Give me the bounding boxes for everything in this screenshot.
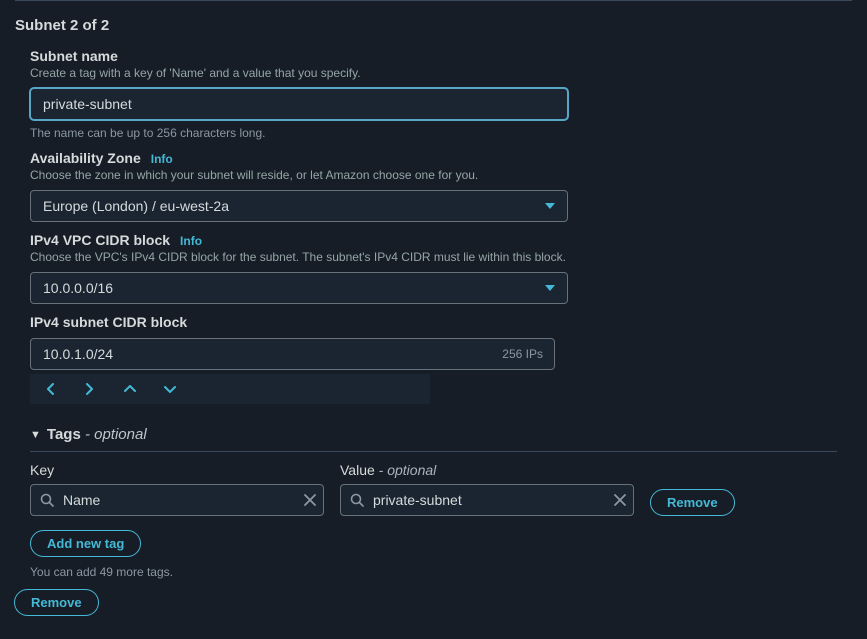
remove-subnet-button[interactable]: Remove	[14, 589, 99, 616]
tag-value-input[interactable]	[340, 484, 634, 516]
cidr-step-prev[interactable]	[30, 374, 70, 404]
cidr-stepper	[30, 374, 430, 404]
clear-icon[interactable]	[304, 494, 316, 506]
vpc-cidr-desc: Choose the VPC's IPv4 CIDR block for the…	[30, 250, 837, 264]
az-info-link[interactable]: Info	[151, 152, 173, 166]
remove-tag-button[interactable]: Remove	[650, 489, 735, 516]
tag-key-input[interactable]	[30, 484, 324, 516]
tags-row: Key Value - optional Remove	[0, 452, 867, 516]
subnet-name-label: Subnet name	[30, 48, 837, 64]
tags-helper: You can add 49 more tags.	[0, 557, 867, 579]
search-icon	[40, 493, 54, 507]
tag-key-label: Key	[30, 462, 324, 478]
search-icon	[350, 493, 364, 507]
az-label: Availability Zone	[30, 150, 141, 166]
vpc-cidr-info-link[interactable]: Info	[180, 234, 202, 248]
subnet-name-desc: Create a tag with a key of 'Name' and a …	[30, 66, 837, 80]
tag-value-label: Value - optional	[340, 462, 634, 478]
cidr-step-next[interactable]	[70, 374, 110, 404]
subnet-name-input[interactable]	[30, 88, 568, 120]
subnet-cidr-ipcount: 256 IPs	[502, 338, 543, 370]
subnet-cidr-input[interactable]	[30, 338, 555, 370]
cidr-step-down[interactable]	[150, 374, 190, 404]
subnet-name-section: Subnet name Create a tag with a key of '…	[0, 38, 867, 140]
clear-icon[interactable]	[614, 494, 626, 506]
caret-down-icon	[545, 285, 555, 291]
caret-down-icon	[545, 203, 555, 209]
add-tag-button[interactable]: Add new tag	[30, 530, 141, 557]
az-section: Availability Zone Info Choose the zone i…	[0, 140, 867, 222]
vpc-cidr-section: IPv4 VPC CIDR block Info Choose the VPC'…	[0, 222, 867, 304]
vpc-cidr-select[interactable]: 10.0.0.0/16	[30, 272, 568, 304]
panel-title: Subnet 2 of 2	[0, 1, 867, 38]
tags-toggle[interactable]: ▼ Tags - optional	[0, 426, 867, 443]
subnet-cidr-label: IPv4 subnet CIDR block	[30, 314, 837, 330]
vpc-cidr-select-value: 10.0.0.0/16	[43, 280, 113, 296]
az-select-value: Europe (London) / eu-west-2a	[43, 198, 229, 214]
cidr-step-up[interactable]	[110, 374, 150, 404]
subnet-cidr-section: IPv4 subnet CIDR block 256 IPs	[0, 304, 867, 404]
subnet-name-helper: The name can be up to 256 characters lon…	[30, 126, 837, 140]
az-select[interactable]: Europe (London) / eu-west-2a	[30, 190, 568, 222]
tags-optional: - optional	[81, 426, 147, 443]
az-desc: Choose the zone in which your subnet wil…	[30, 168, 837, 182]
vpc-cidr-label: IPv4 VPC CIDR block	[30, 232, 170, 248]
tags-title: Tags	[47, 426, 81, 443]
triangle-down-icon: ▼	[30, 429, 41, 441]
